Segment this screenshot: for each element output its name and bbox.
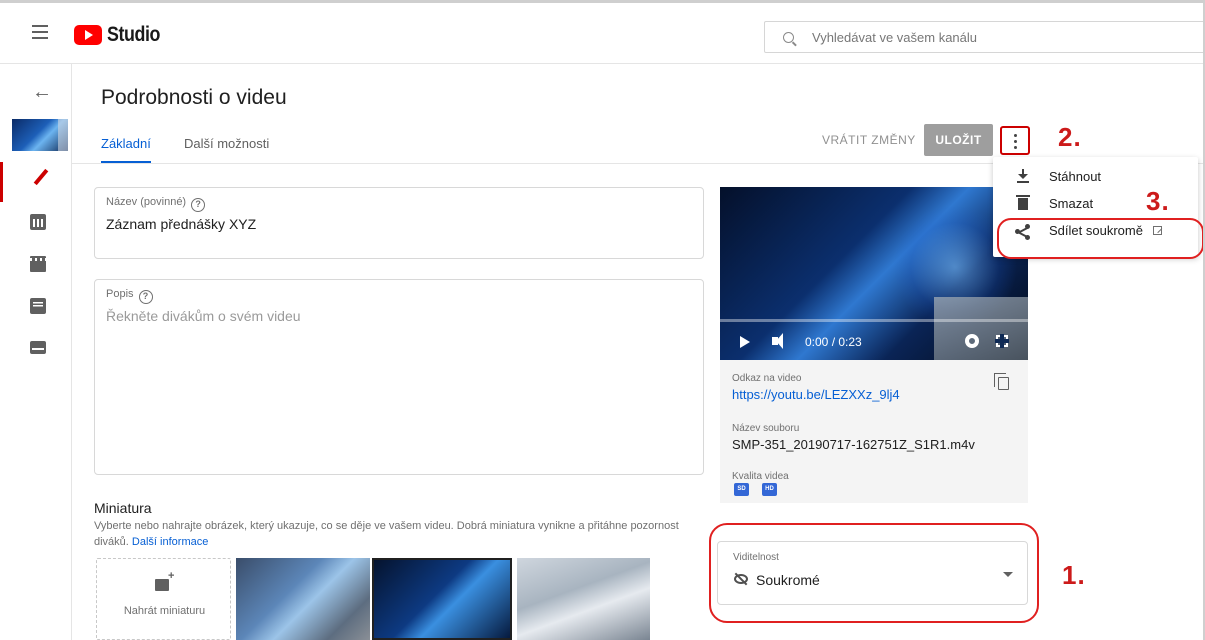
thumbnail-option-3[interactable] (517, 558, 650, 640)
filename-label: Název souboru (732, 423, 800, 434)
upload-thumbnail-button[interactable]: Nahrát miniaturu (96, 558, 231, 640)
logo-text: Studio (107, 23, 160, 46)
annotation-3: 3. (1146, 186, 1170, 216)
progress-bar[interactable] (720, 319, 1028, 322)
video-info-panel: 0:00 / 0:23 Odkaz na video https://youtu… (720, 187, 1028, 503)
add-image-icon (155, 570, 174, 591)
comment-icon (30, 298, 46, 314)
fullscreen-icon[interactable] (995, 334, 1009, 348)
copy-icon[interactable] (994, 373, 1009, 390)
learn-more-link[interactable]: Další informace (132, 536, 208, 548)
menu-icon[interactable] (32, 25, 48, 39)
chevron-down-icon[interactable] (1003, 572, 1013, 577)
menu-item-label: Smazat (1049, 196, 1094, 211)
sidebar-item-subtitles[interactable] (0, 328, 72, 368)
search-box[interactable] (764, 21, 1205, 53)
sidebar-item-editor[interactable] (0, 244, 72, 284)
more-vert-icon (1014, 134, 1017, 137)
help-icon[interactable]: ? (138, 290, 153, 304)
visibility-select[interactable]: Viditelnost Soukromé (717, 541, 1028, 605)
description-label: Popis? (106, 288, 153, 304)
eye-off-icon (734, 574, 748, 584)
trash-icon (1016, 195, 1030, 210)
save-button[interactable]: ULOŽIT (924, 124, 993, 156)
more-options-button[interactable] (1000, 126, 1030, 155)
clapperboard-icon (30, 256, 46, 272)
download-icon (1017, 169, 1029, 183)
annotation-circle-share (997, 218, 1204, 259)
visibility-label: Viditelnost (733, 552, 779, 563)
thumbnail-option-1[interactable] (236, 558, 370, 640)
tab-basic[interactable]: Základní (101, 136, 151, 164)
top-bar: Studio (0, 0, 1205, 64)
help-icon[interactable]: ? (191, 198, 206, 212)
title-field[interactable]: Název (povinné)? Záznam přednášky XYZ (94, 187, 704, 259)
hd-badge: HD (762, 483, 777, 496)
thumbnail-description: Vyberte nebo nahrajte obrázek, který uka… (94, 520, 679, 548)
upload-thumbnail-label: Nahrát miniaturu (123, 605, 206, 617)
video-player[interactable]: 0:00 / 0:23 (720, 187, 1028, 360)
analytics-icon (30, 214, 46, 230)
annotation-1: 1. (1062, 560, 1086, 590)
studio-logo[interactable]: Studio (74, 23, 169, 47)
thumbnail-heading: Miniatura (94, 500, 152, 516)
player-controls: 0:00 / 0:23 (720, 325, 1028, 360)
search-input[interactable] (812, 29, 1162, 45)
left-rail: ← (0, 64, 72, 640)
subtitles-icon (30, 341, 46, 354)
revert-button[interactable]: VRÁTIT ZMĚNY (822, 133, 916, 147)
time-display: 0:00 / 0:23 (805, 335, 862, 349)
menu-item-label: Stáhnout (1049, 169, 1102, 184)
description-field[interactable]: Popis? Řekněte divákům o svém videu (94, 279, 704, 475)
quality-label: Kvalita videa (732, 471, 789, 482)
sidebar-item-comments[interactable] (0, 286, 72, 326)
sidebar-item-analytics[interactable] (0, 202, 72, 242)
sidebar-item-details[interactable] (0, 162, 72, 202)
settings-icon[interactable] (965, 334, 979, 348)
search-icon[interactable] (783, 31, 794, 43)
page-title: Podrobnosti o videu (101, 86, 287, 109)
pencil-icon (33, 168, 49, 186)
filename-value: SMP-351_20190717-162751Z_S1R1.m4v (732, 437, 975, 452)
sd-badge: SD (734, 483, 749, 496)
title-value[interactable]: Záznam přednášky XYZ (106, 216, 256, 232)
annotation-2: 2. (1058, 122, 1082, 152)
tab-more-options[interactable]: Další možnosti (184, 136, 269, 151)
back-arrow-icon[interactable]: ← (32, 82, 52, 102)
title-label: Název (povinné)? (106, 196, 206, 212)
volume-icon[interactable] (772, 333, 783, 349)
visibility-value: Soukromé (756, 572, 820, 588)
description-placeholder[interactable]: Řekněte divákům o svém videu (106, 308, 301, 324)
thumbnail-option-2[interactable] (372, 558, 512, 640)
play-icon[interactable] (740, 336, 750, 348)
video-link-label: Odkaz na video (732, 373, 802, 384)
youtube-play-icon (74, 25, 102, 45)
video-link[interactable]: https://youtu.be/LEZXXz_9lj4 (732, 387, 900, 402)
video-thumbnail[interactable] (12, 119, 68, 151)
